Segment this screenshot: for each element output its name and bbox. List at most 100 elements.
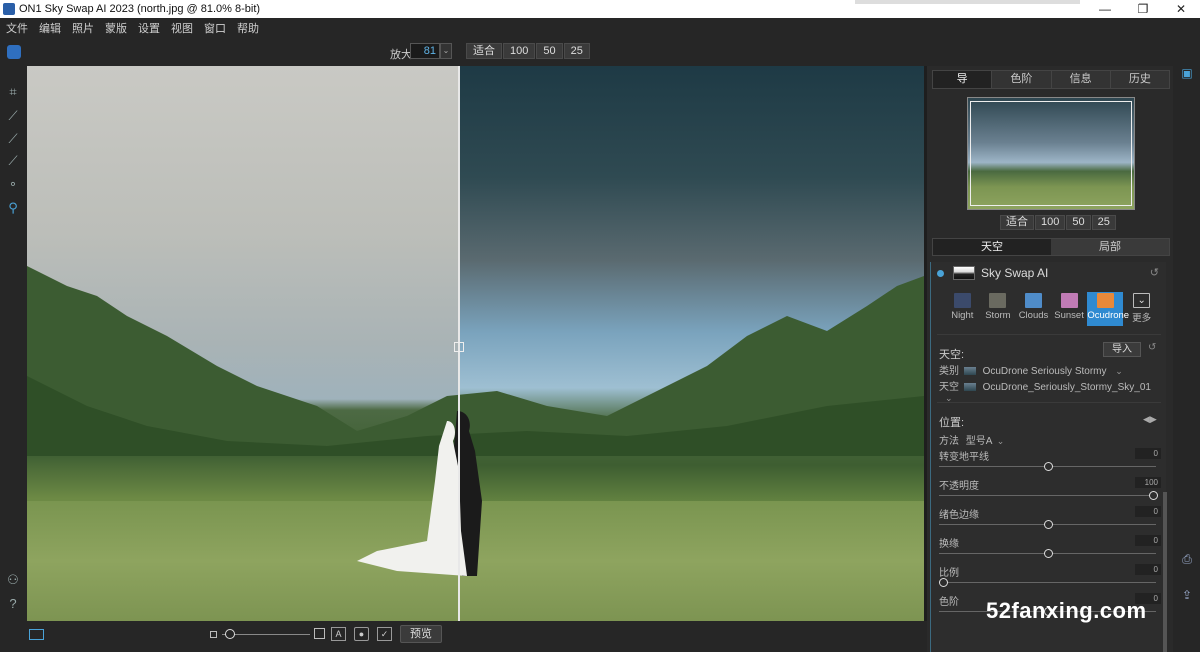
preset-sunset[interactable]: Sunset [1052,292,1087,326]
user-icon[interactable]: ⚇ [5,572,21,588]
brush-size-slider[interactable] [222,634,310,635]
menu-settings[interactable]: 设置 [138,20,160,36]
tab-levels[interactable]: 色阶 [992,71,1052,88]
opacity-track[interactable] [939,495,1156,496]
navigator-zoom-presets: 适合 100 50 25 [1000,215,1117,230]
segment-local[interactable]: 局部 [1051,239,1169,255]
horizon-shift-value[interactable]: 0 [1135,448,1161,459]
menu-bar: 文件 编辑 照片 蒙版 设置 视图 窗口 帮助 [0,18,1200,38]
tab-navigator[interactable]: 导 [933,71,993,88]
position-section-title: 位置: [939,417,965,429]
preset-more[interactable]: ⌄ 更多 [1124,292,1159,326]
preset-storm[interactable]: Storm [981,292,1016,326]
zoom-input[interactable]: 81 [410,43,440,59]
menu-edit[interactable]: 编辑 [39,20,61,36]
opacity-knob[interactable] [1149,491,1158,500]
module-reset-icon[interactable]: ↺ [1150,266,1159,279]
photo-canvas[interactable] [27,66,924,621]
retouch-icon[interactable]: ∘ [5,176,21,192]
menu-file[interactable]: 文件 [6,20,28,36]
scale-track[interactable] [939,582,1156,583]
nav-zoom-100-button[interactable]: 100 [1035,215,1066,230]
zoom-25-button[interactable]: 25 [563,43,590,59]
minimize-button[interactable]: — [1086,0,1124,18]
menu-help[interactable]: 帮助 [237,20,259,36]
menu-window[interactable]: 窗口 [204,20,226,36]
tab-history[interactable]: 历史 [1111,71,1169,88]
slider-edge-color[interactable]: 绪色边缘 0 [939,506,1161,529]
opacity-value[interactable]: 100 [1135,477,1161,488]
ocudrone-thumb-icon [1096,293,1114,308]
menu-view[interactable]: 视图 [171,20,193,36]
small-brush-size-icon [210,631,217,638]
app-icon [3,3,15,15]
slider-horizon-shift[interactable]: 转变地平线 0 [939,448,1161,471]
storm-thumb-icon [989,293,1007,308]
zoom-label: 放大 [390,49,412,61]
preset-clouds[interactable]: Clouds [1016,292,1051,326]
position-arrows-icon[interactable]: ◀▶ [1143,414,1157,425]
top-toolbar: 放大 81 ⌄ 适合 100 50 25 [0,38,1200,66]
module-title: Sky Swap AI [981,266,1049,280]
check-icon[interactable]: ✓ [377,627,392,641]
preset-ocudrone[interactable]: Ocudrone [1087,292,1129,326]
module-thumbnail-icon [953,266,975,280]
slider-scale[interactable]: 比例 0 [939,564,1161,587]
navigator-view-frame[interactable] [970,101,1132,206]
single-view-icon[interactable] [29,629,44,640]
line-mask-icon[interactable]: ⟋ [5,153,21,169]
navigator-thumbnail[interactable] [967,97,1135,210]
edge-color-value[interactable]: 0 [1135,506,1161,517]
horizon-shift-knob[interactable] [1044,462,1053,471]
window-controls: — ❐ ✕ [1086,0,1200,18]
text-overlay-icon[interactable]: A [331,627,346,641]
sky-row[interactable]: 天空 OcuDrone_Seriously_Stormy_Sky_01 ⌄ [939,378,1166,404]
split-handle[interactable] [454,342,464,352]
sky-swap-logo-icon [7,45,21,59]
print-icon[interactable]: ⎙ [1179,552,1195,566]
zoom-dropdown-chevron-icon[interactable]: ⌄ [440,43,452,59]
module-scrollbar[interactable] [1163,492,1167,652]
preview-button[interactable]: 预览 [400,625,442,643]
nav-zoom-50-button[interactable]: 50 [1066,215,1091,230]
close-button[interactable]: ✕ [1162,0,1200,18]
maximize-button[interactable]: ❐ [1124,0,1162,18]
brush-icon[interactable]: ⟋ [5,108,21,124]
module-header[interactable]: Sky Swap AI ↺ [931,262,1167,284]
brush-size-slider-knob[interactable] [225,629,235,639]
category-thumb-icon [963,367,976,376]
menu-photo[interactable]: 照片 [72,20,94,36]
nav-zoom-fit-button[interactable]: 适合 [1000,215,1034,230]
tab-info[interactable]: 信息 [1052,71,1111,88]
menu-mask[interactable]: 蒙版 [105,20,127,36]
segment-sky[interactable]: 天空 [933,239,1051,255]
help-icon[interactable]: ? [5,596,21,612]
crop-icon[interactable]: ⌗ [5,84,21,100]
preset-night[interactable]: Night [945,292,980,326]
edge-shift-knob[interactable] [1044,549,1053,558]
category-chevron-icon[interactable]: ⌄ [1115,366,1123,376]
zoom-100-button[interactable]: 100 [503,43,536,59]
share-export-icon[interactable]: ⇪ [1179,588,1195,602]
import-button[interactable]: 导入 [1103,342,1141,357]
zoom-fit-button[interactable]: 适合 [466,43,502,59]
scale-knob[interactable] [939,578,948,587]
mask-view-icon[interactable]: ● [354,627,369,641]
method-chevron-icon[interactable]: ⌄ [997,436,1005,446]
zoom-hand-icon[interactable]: ⚲ [5,200,21,216]
sky-reset-icon[interactable]: ↺ [1148,342,1156,353]
zoom-50-button[interactable]: 50 [536,43,563,59]
edge-color-knob[interactable] [1044,520,1053,529]
method-row[interactable]: 方法 型号A ⌄ [939,432,1004,447]
slider-edge-shift[interactable]: 换缘 0 [939,535,1161,558]
nav-zoom-25-button[interactable]: 25 [1091,215,1116,230]
mask-brush-icon[interactable]: ⟋ [5,131,21,147]
scale-value[interactable]: 0 [1135,564,1161,575]
wedding-couple-image [357,411,482,576]
edge-shift-value[interactable]: 0 [1135,535,1161,546]
browse-photo-icon[interactable]: ▣ [1179,66,1195,80]
sunset-thumb-icon [1060,293,1078,308]
category-row[interactable]: 类别 OcuDrone Seriously Stormy ⌄ [939,362,1123,377]
slider-opacity[interactable]: 不透明度 100 [939,477,1161,500]
module-enabled-dot-icon[interactable] [937,270,944,277]
